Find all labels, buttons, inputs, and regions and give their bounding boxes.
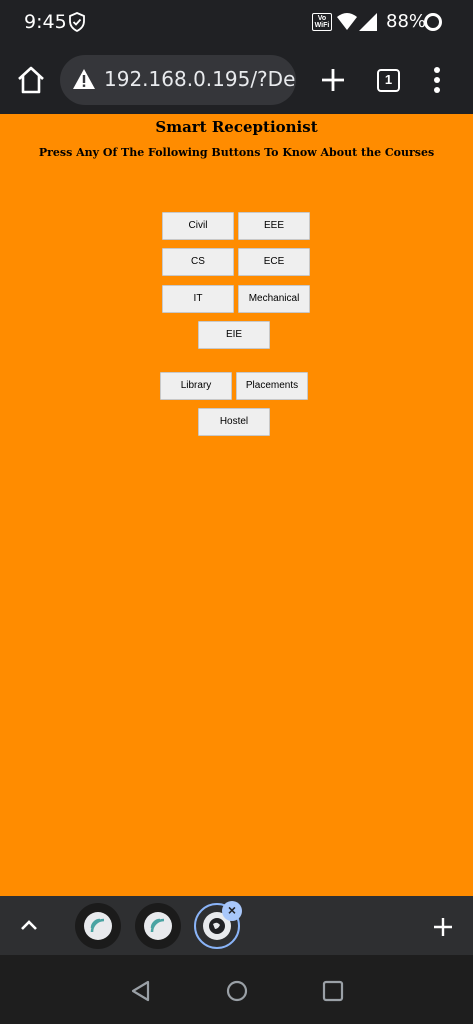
- course-button-mechanical[interactable]: Mechanical: [238, 285, 310, 313]
- browser-toolbar: 192.168.0.195/?Devi 1: [0, 46, 473, 114]
- course-button-civil[interactable]: Civil: [162, 212, 234, 240]
- facility-button-hostel[interactable]: Hostel: [198, 408, 270, 436]
- signal-icon: [359, 13, 377, 31]
- favicon-icon: [144, 912, 172, 940]
- plus-icon[interactable]: [431, 915, 455, 939]
- home-icon[interactable]: [14, 63, 48, 97]
- warning-icon[interactable]: [72, 68, 96, 90]
- course-button-it[interactable]: IT: [162, 285, 234, 313]
- shield-icon: [69, 12, 85, 32]
- address-bar[interactable]: 192.168.0.195/?Devi: [60, 55, 296, 105]
- page-title: Smart Receptionist: [155, 118, 318, 136]
- course-button-eee[interactable]: EEE: [238, 212, 310, 240]
- web-page: Smart Receptionist Press Any Of The Foll…: [0, 114, 473, 896]
- back-triangle-icon[interactable]: [128, 978, 154, 1004]
- square-icon[interactable]: [320, 978, 346, 1004]
- tab-thumbnail-2[interactable]: [135, 903, 181, 949]
- course-button-cs[interactable]: CS: [162, 248, 234, 276]
- tab-switcher-button[interactable]: 1: [377, 69, 400, 92]
- status-bar: 9:45 Vo WiFi 88%: [0, 0, 473, 46]
- page-subtitle: Press Any Of The Following Buttons To Kn…: [38, 146, 435, 159]
- course-button-eie[interactable]: EIE: [198, 321, 270, 349]
- url-text[interactable]: 192.168.0.195/?Devi: [104, 67, 296, 91]
- facility-button-placements[interactable]: Placements: [236, 372, 308, 400]
- volte-icon: Vo WiFi: [312, 13, 332, 31]
- battery-icon: [424, 13, 442, 31]
- close-icon[interactable]: ×: [222, 901, 242, 921]
- wifi-icon: [337, 13, 357, 30]
- course-button-ece[interactable]: ECE: [238, 248, 310, 276]
- favicon-icon: [84, 912, 112, 940]
- facility-button-library[interactable]: Library: [160, 372, 232, 400]
- status-time: 9:45: [24, 11, 67, 33]
- battery-percent: 88%: [386, 11, 427, 32]
- plus-icon[interactable]: [318, 63, 348, 97]
- navigation-bar: [0, 955, 473, 1024]
- chevron-up-icon[interactable]: [18, 914, 40, 936]
- more-vert-icon[interactable]: [426, 65, 448, 95]
- tab-thumbnail-1[interactable]: [75, 903, 121, 949]
- circle-icon[interactable]: [224, 978, 250, 1004]
